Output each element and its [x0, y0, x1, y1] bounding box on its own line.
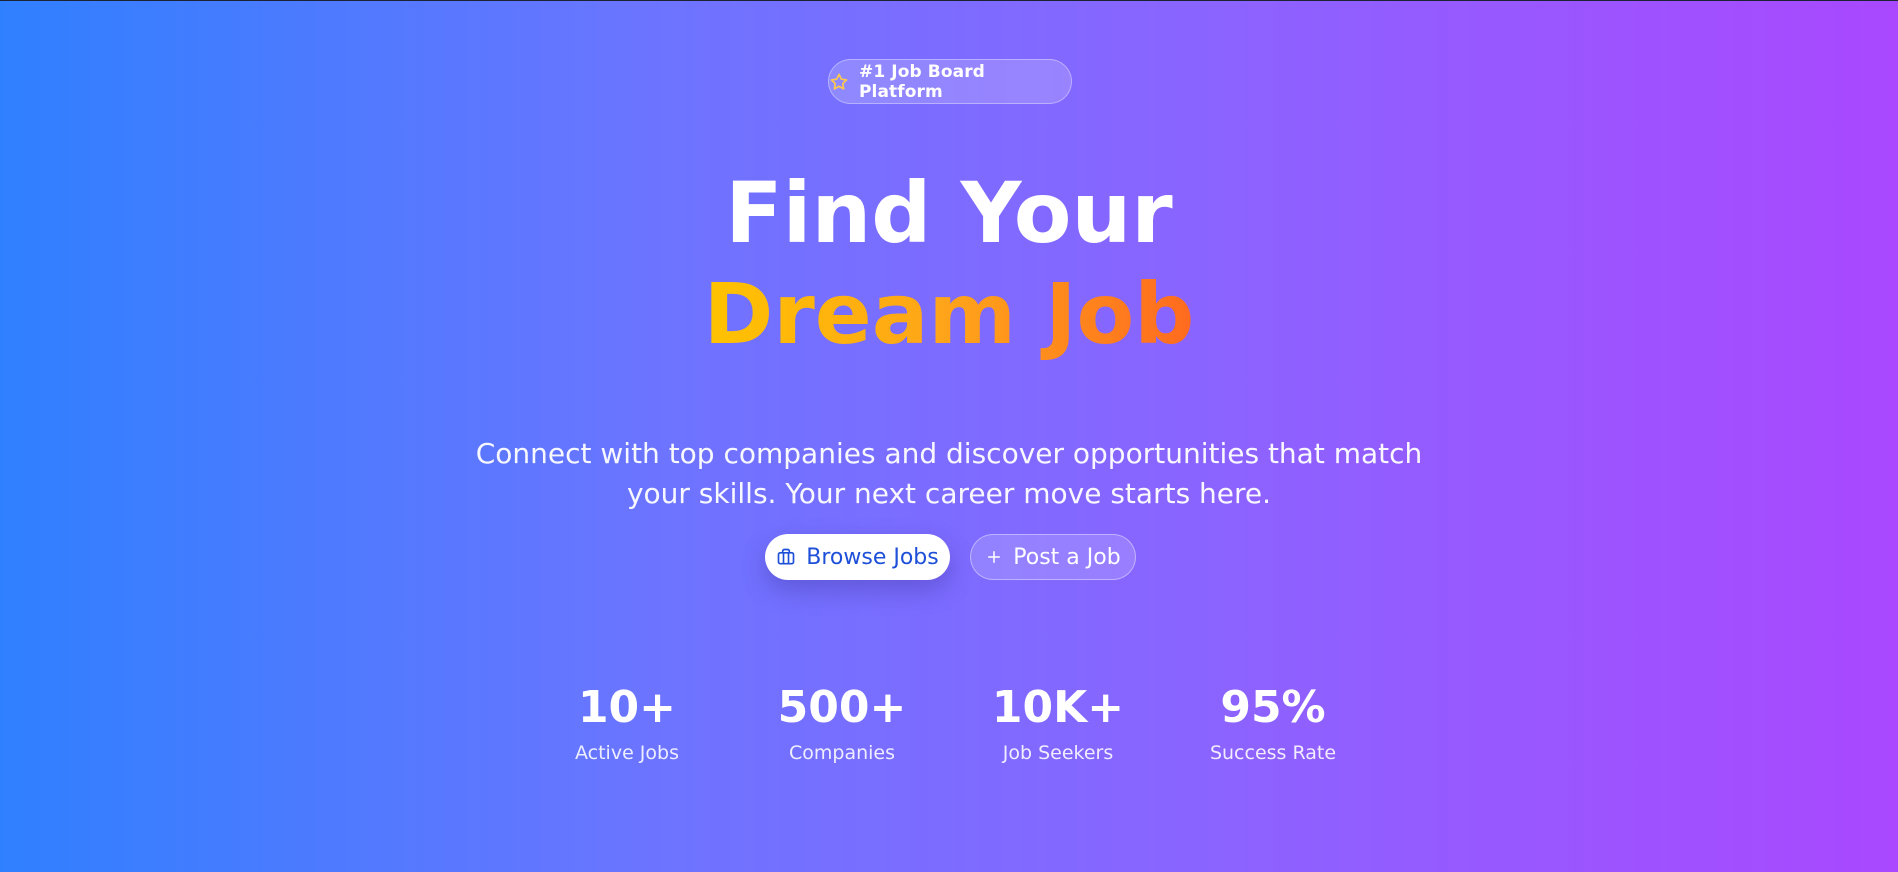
stat-value: 95%: [1220, 682, 1326, 733]
hero-subtitle: Connect with top companies and discover …: [475, 437, 1423, 510]
post-job-label: Post a Job: [1013, 544, 1121, 570]
hero-title-line2: Dream Job: [0, 264, 1898, 364]
hero-title-highlight: Dream Job: [703, 265, 1195, 363]
stat-companies: 500+ Companies: [742, 680, 942, 766]
stat-value: 500+: [777, 682, 907, 733]
stat-active-jobs: 10+ Active Jobs: [527, 680, 727, 766]
post-job-button[interactable]: Post a Job: [970, 534, 1136, 580]
badge-label: #1 Job Board Platform: [859, 61, 985, 102]
stat-label: Job Seekers: [1002, 742, 1114, 764]
star-icon: [829, 72, 849, 92]
browse-jobs-button[interactable]: Browse Jobs: [765, 534, 950, 580]
stat-label: Companies: [788, 742, 895, 764]
hero-title-line1: Find Your: [725, 164, 1173, 262]
hero-section: #1 Job Board Platform Find Your Dream Jo…: [0, 0, 1898, 872]
platform-badge: #1 Job Board Platform: [828, 59, 1072, 104]
stat-label: Active Jobs: [575, 742, 679, 764]
browse-jobs-label: Browse Jobs: [806, 544, 939, 570]
stat-value: 10K+: [991, 682, 1125, 733]
stat-job-seekers: 10K+ Job Seekers: [958, 680, 1158, 766]
stat-label: Success Rate: [1209, 742, 1337, 764]
stat-value: 10+: [577, 682, 677, 733]
plus-icon: [985, 548, 1003, 566]
briefcase-icon: [776, 547, 796, 567]
hero-actions: Browse Jobs Post a Job: [0, 534, 1898, 580]
stats-row: 10+ Active Jobs 500+ Companies 10K+ Job …: [0, 680, 1898, 780]
stat-success-rate: 95% Success Rate: [1173, 680, 1373, 766]
